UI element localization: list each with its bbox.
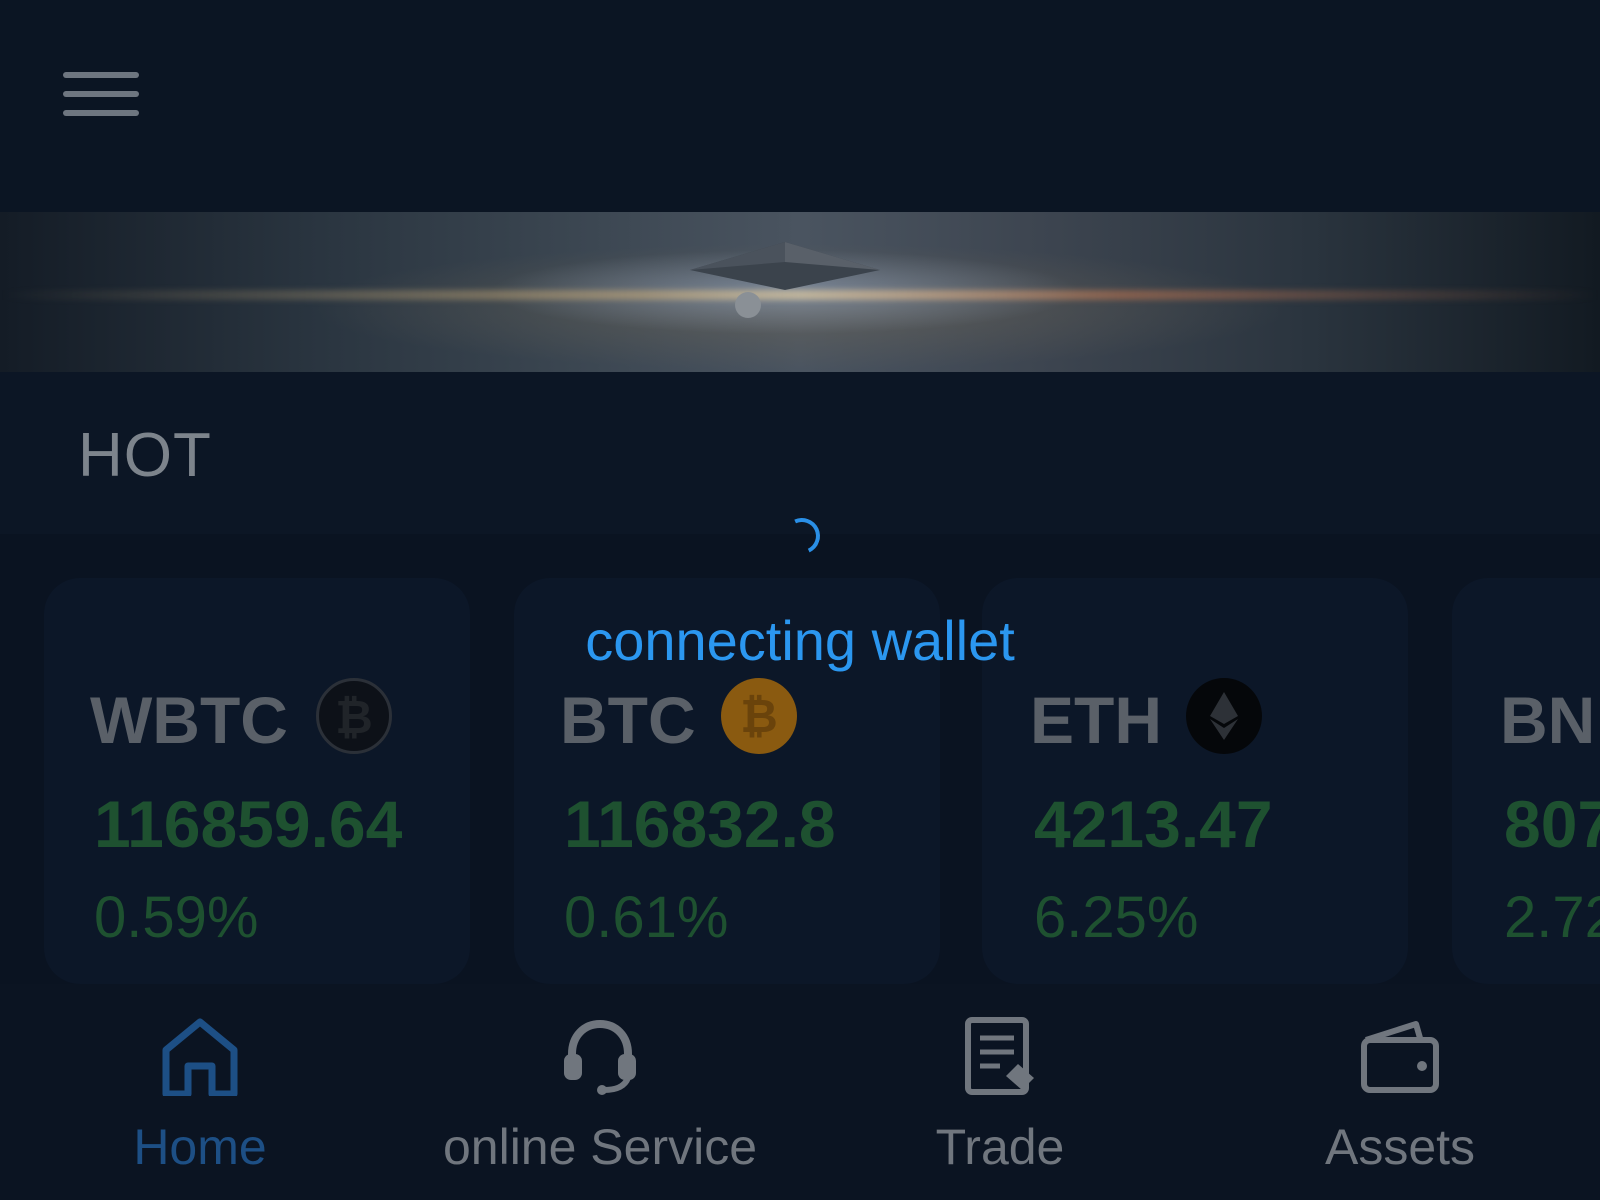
bottom-navigation: Home online Service Trade Assets [0,984,1600,1200]
trade-document-icon [965,1017,1034,1095]
nav-home[interactable]: Home [0,984,400,1200]
carousel-indicator-dot[interactable] [735,292,761,318]
ethereum-logo-icon [690,242,880,290]
coin-change: 0.61% [564,885,729,950]
coin-symbol: BTC [560,683,696,757]
hamburger-menu-icon[interactable] [58,66,144,122]
loading-message: connecting wallet [585,609,1015,672]
btc-coin-icon [721,678,797,754]
hot-coins-row: WBTC 116859.64 0.59% BTC 116832.8 0.61% … [0,534,1600,984]
coin-price: 116832.8 [564,787,836,861]
coin-price: 807 [1504,787,1600,861]
coin-symbol: ETH [1030,683,1162,757]
wallet-icon [1361,1021,1439,1093]
coin-change: 0.59% [94,885,259,950]
ethereum-banner-image[interactable] [0,212,1600,372]
hot-section-header [0,372,1600,534]
nav-label: Home [133,1119,267,1175]
coin-symbol: BN [1500,683,1596,757]
home-icon [162,1018,238,1096]
nav-assets[interactable]: Assets [1200,984,1600,1200]
coin-symbol: WBTC [90,683,288,757]
coin-change: 2.72 [1504,885,1600,950]
nav-trade[interactable]: Trade [800,984,1200,1200]
headset-icon [564,1019,636,1095]
nav-label: Assets [1324,1119,1476,1175]
wbtc-coin-icon [316,678,392,754]
coin-price: 4213.47 [1034,787,1273,861]
hot-title: HOT [78,421,212,490]
nav-label: online Service [442,1119,758,1175]
nav-label: Trade [935,1119,1065,1175]
app-screen: HOT WBTC 116859.64 0.59% BTC 116832.8 0.… [0,0,1600,1200]
coin-change: 6.25% [1034,885,1199,950]
nav-online-service[interactable]: online Service [400,984,800,1200]
top-header [0,0,1600,212]
eth-coin-icon [1186,678,1262,754]
coin-price: 116859.64 [94,787,403,861]
